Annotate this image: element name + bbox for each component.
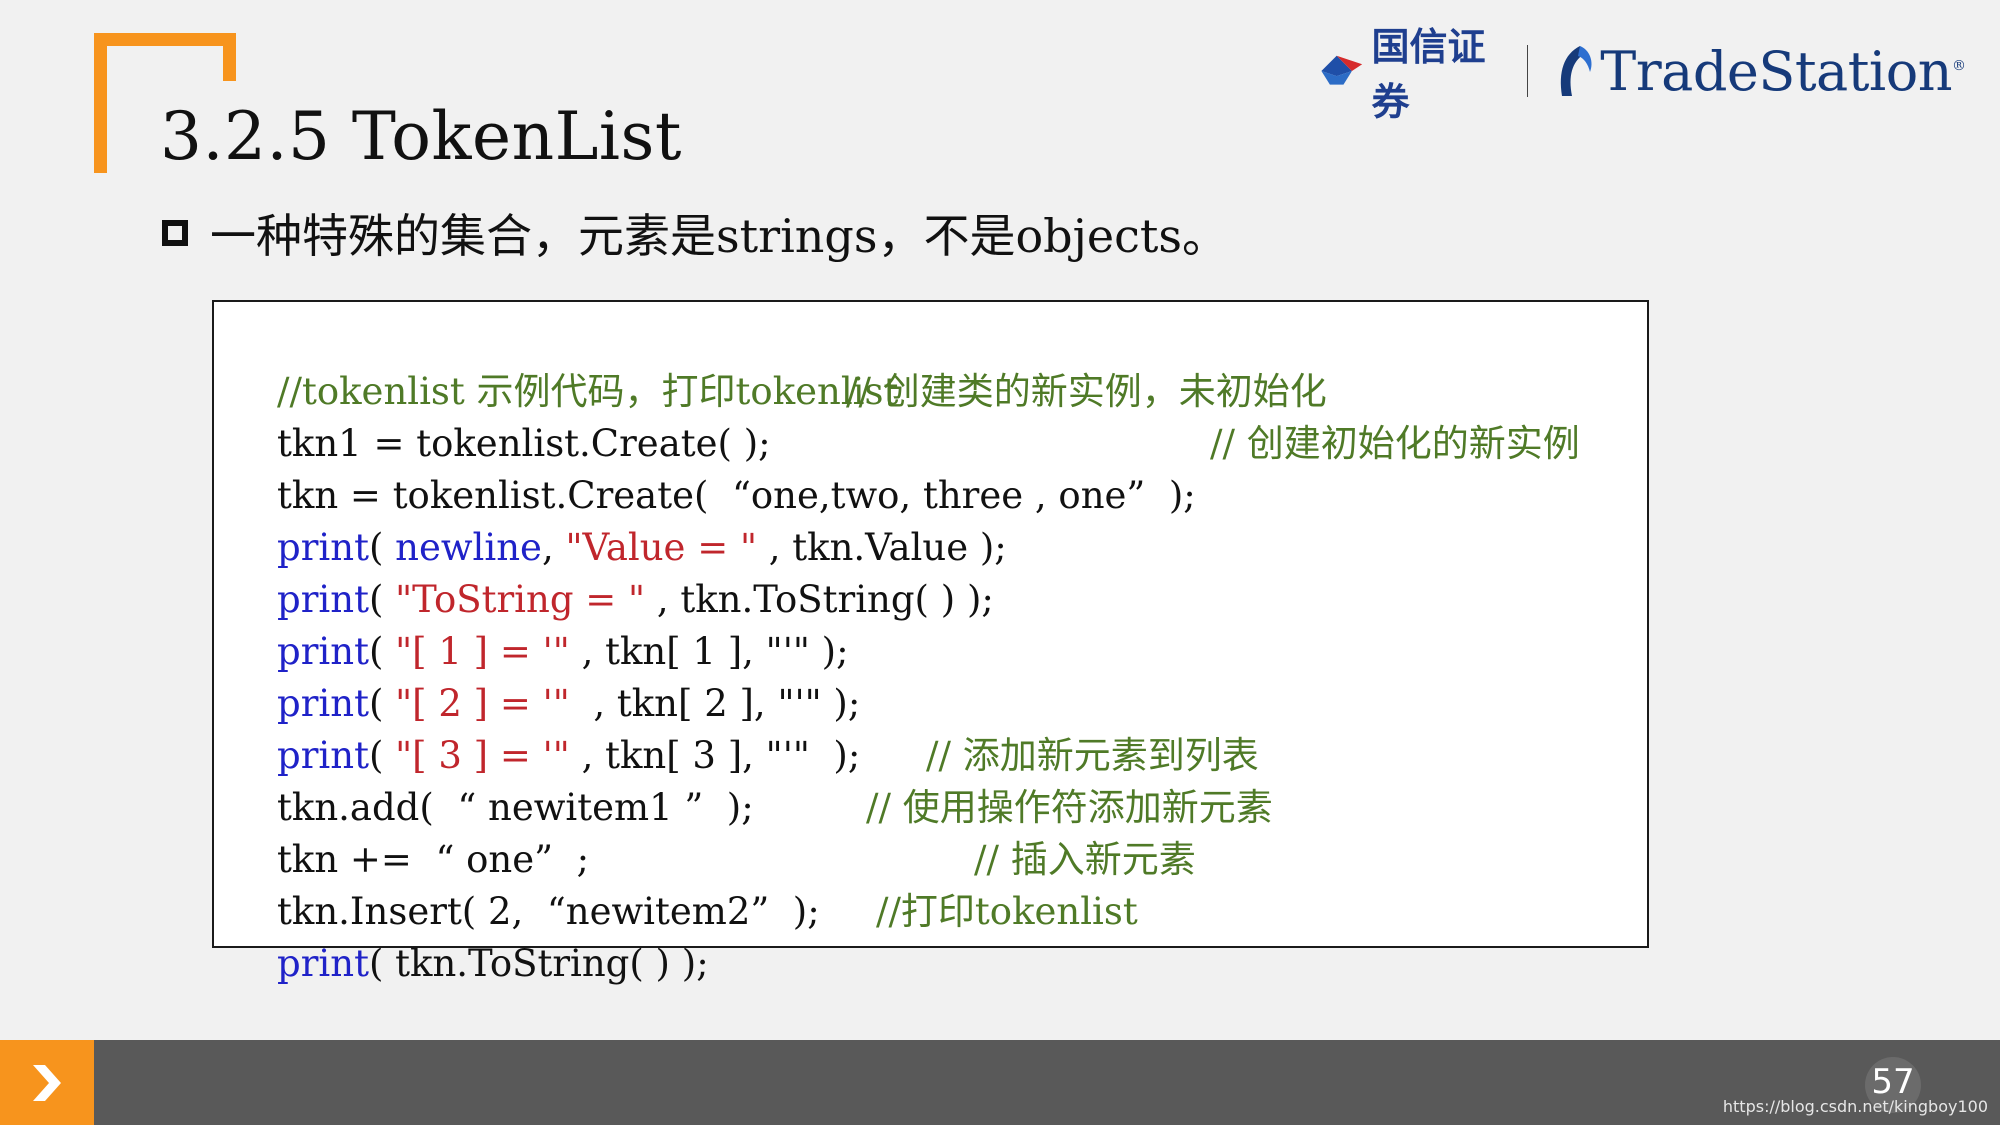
- code-text: ( tkn.ToString( ) );: [368, 942, 709, 985]
- code-line-12: print( tkn.ToString( ) ); //打印tokenlist: [230, 886, 1138, 985]
- square-bullet-icon: [162, 220, 188, 246]
- code-line-3: tkn = tokenlist.Create( “one,two, three …: [230, 418, 1580, 517]
- chevron-right-icon: [33, 1064, 61, 1101]
- footer-bar: [0, 1040, 2000, 1125]
- code-line-8: print( "[ 3 ] = '" , tkn[ 3 ], "'" );: [230, 678, 860, 777]
- source-watermark: https://blog.csdn.net/kingboy100: [1722, 1097, 1988, 1116]
- header-logos: 国信证券 TradeStation ®: [1318, 25, 1966, 124]
- bullet-text: 一种特殊的集合，元素是strings，不是objects。: [210, 209, 1228, 263]
- code-line-10: tkn += “ one” ; // 使用操作符添加新元素: [230, 782, 1273, 881]
- code-comment: // 创建初始化的新实例: [1210, 422, 1580, 465]
- code-line-5: print( "ToString = " , tkn.ToString( ) )…: [230, 522, 994, 621]
- code-comment: // 创建类的新实例，未初始化: [846, 370, 1327, 413]
- footer-accent-block: [0, 1040, 94, 1125]
- bullet-item: 一种特殊的集合，元素是strings，不是objects。: [162, 205, 1228, 263]
- code-line-9: tkn.add( “ newitem1 ” ); // 添加新元素到列表: [230, 730, 1259, 829]
- slide-title: 3.2.5 TokenList: [160, 98, 682, 175]
- code-line-7: print( "[ 2 ] = '" , tkn[ 2 ], "'" );: [230, 626, 860, 725]
- code-line-2: tkn1 = tokenlist.Create( ); // 创建类的新实例，未…: [230, 366, 1327, 465]
- guosen-emblem-icon: [1321, 55, 1363, 85]
- code-comment: // 插入新元素: [974, 838, 1196, 881]
- code-comment: // 添加新元素到列表: [926, 734, 1259, 777]
- guosen-logo-text: 国信证券: [1371, 25, 1486, 124]
- code-line-4: print( newline, "Value = " , tkn.Value )…: [230, 470, 1007, 569]
- guosen-logo: 国信证券: [1318, 16, 1501, 126]
- code-line-11: tkn.Insert( 2, “newitem2” ); // 插入新元素: [230, 834, 1196, 933]
- logo-divider: [1526, 45, 1529, 97]
- code-comment: // 使用操作符添加新元素: [866, 786, 1273, 829]
- tradestation-logo-text: TradeStation: [1600, 39, 1952, 103]
- code-example-box: //tokenlist 示例代码，打印tokenlist tkn1 = toke…: [212, 300, 1649, 985]
- tradestation-logo: TradeStation ®: [1554, 40, 1966, 103]
- tradestation-emblem-icon: [1561, 46, 1592, 96]
- code-comment: //打印tokenlist: [876, 890, 1138, 933]
- code-line-6: print( "[ 1 ] = '" , tkn[ 1 ], "'" );: [230, 574, 849, 673]
- registered-mark: ®: [1952, 57, 1966, 74]
- code-line-1: //tokenlist 示例代码，打印tokenlist: [230, 314, 898, 413]
- code-keyword: print: [277, 942, 369, 985]
- page-number: 57: [1871, 1062, 1915, 1102]
